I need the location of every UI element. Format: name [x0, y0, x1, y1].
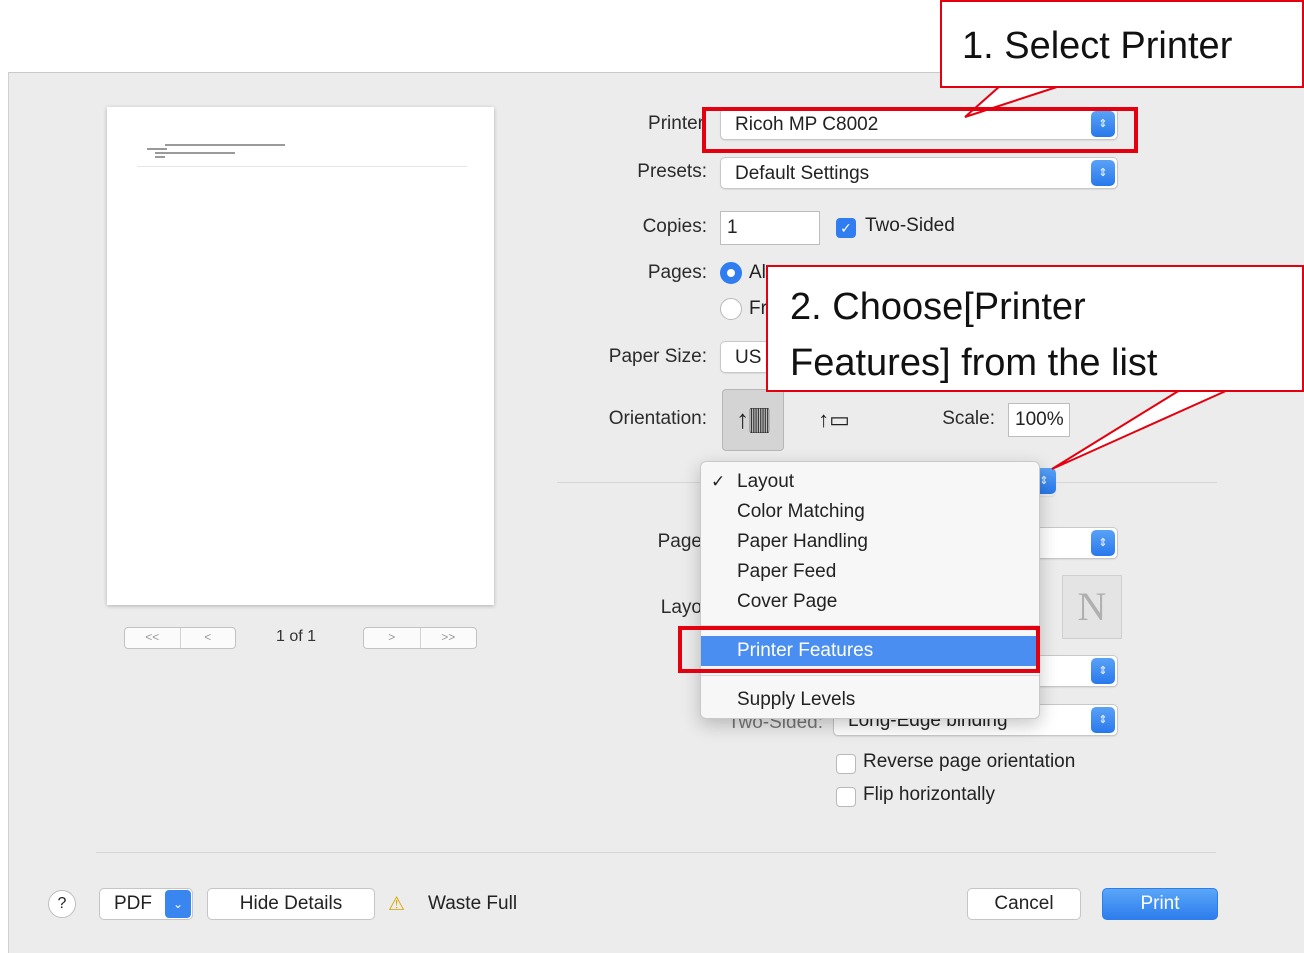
step2-line2: Features] from the list: [790, 342, 1158, 384]
printer-features-highlight-box: [678, 626, 1040, 673]
step1-callout: 1. Select Printer: [940, 0, 1304, 88]
step2-callout: 2. Choose[Printer Features] from the lis…: [766, 265, 1304, 392]
printer-highlight-box: [702, 107, 1138, 153]
step1-text: 1. Select Printer: [962, 25, 1233, 67]
step2-line1: 2. Choose[Printer: [790, 286, 1086, 328]
